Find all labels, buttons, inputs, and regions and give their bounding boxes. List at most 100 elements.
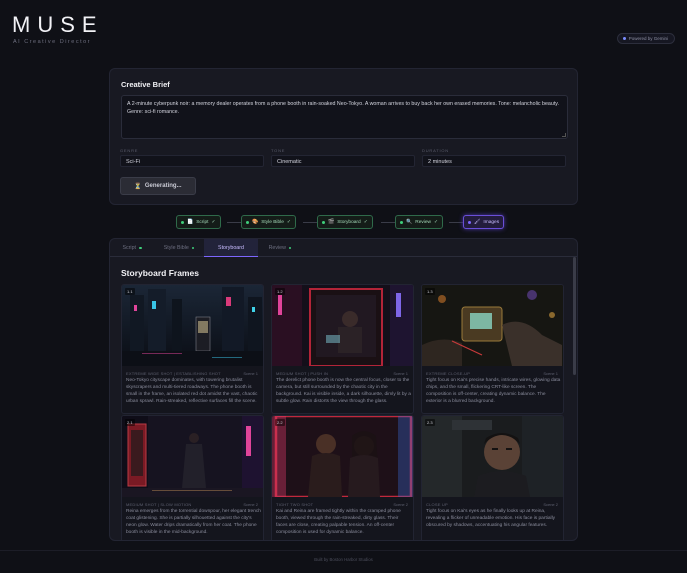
powered-by-badge: Powered by Gemini [616,33,675,44]
frame-image: 1.1 [122,285,263,366]
check-icon: ✓ [286,219,291,225]
check-icon: ✓ [363,219,368,225]
pipeline-step-review[interactable]: 🔍 Review ✓ [395,215,443,229]
pipeline-step-label: Storyboard [337,219,361,225]
tab-script[interactable]: Script [110,239,154,257]
pipeline-connector [381,222,395,223]
magnifier-icon: 🔍 [406,219,413,225]
pipeline-connector [449,222,463,223]
shot-type: EXTREME WIDE SHOT | ESTABLISHING SHOT [126,371,221,376]
scene-label: Scene 1 [393,371,408,376]
brief-title: Creative Brief [121,80,170,89]
check-icon: ✓ [211,219,216,225]
palette-icon: 🎨 [252,219,259,225]
frame-image: 2.1 [122,416,263,497]
frame-image: 1.2 [272,285,413,366]
status-dot-icon [322,220,325,224]
generate-button[interactable]: ⏳ Generating... [120,177,196,195]
app-header: MUSE AI Creative Director Powered by Gem… [0,0,687,52]
resize-handle-icon[interactable] [562,133,566,137]
output-panel: Script Style Bible Storyboard Review Sto… [109,238,578,541]
pipeline-step-storyboard[interactable]: 🎬 Storyboard ✓ [317,215,373,229]
status-dot-icon [288,246,292,250]
clapperboard-icon: 🎬 [328,219,335,225]
tab-label: Review [268,245,286,251]
storyboard-frame-card[interactable]: 2.1 MEDIUM SHOT | SLOW MOTION Scene 2 Re… [121,415,264,540]
status-dot-icon [246,220,249,224]
frame-image: 2.3 [422,416,563,497]
footer-divider [0,550,687,551]
tab-label: Style Bible [163,245,189,251]
hourglass-icon: ⏳ [134,183,142,190]
brief-text: A 2-minute cyberpunk noir: a memory deal… [127,101,560,115]
duration-field[interactable]: 2 minutes [422,155,566,167]
pipeline-step-label: Images [483,219,500,225]
generate-label: Generating... [144,183,182,189]
storyboard-frame-card[interactable]: 1.2 MEDIUM SHOT | PUSH IN Scene 1 The de… [271,284,414,414]
scene-label: Scene 2 [393,502,408,507]
brief-textarea[interactable]: A 2-minute cyberpunk noir: a memory deal… [121,95,568,139]
status-dot-icon [622,37,626,40]
pipeline-step-label: Script [196,219,209,225]
check-icon: ✓ [433,219,438,225]
scene-label: Scene 1 [243,371,258,376]
duration-label: DURATION [422,148,449,153]
shot-type: TIGHT TWO SHOT [276,502,314,507]
storyboard-frame-card[interactable]: 2.3 CLOSE UP Scene 2 Tight focus on Kai'… [421,415,564,540]
storyboard-frame-card[interactable]: 1.3 EXTREME CLOSE-UP Scene 1 Tight focus… [421,284,564,414]
tab-style-bible[interactable]: Style Bible [154,239,204,257]
scene-label: Scene 1 [543,371,558,376]
status-dot-icon [139,246,142,250]
frame-description: Kai and Reina are framed tightly within … [276,509,401,535]
pipeline-step-script[interactable]: 📄 Script ✓ [176,215,221,229]
footer-credit: Built by Boston Harbor Studios [314,557,373,562]
status-dot-icon [468,220,471,224]
pipeline-step-label: Review [415,219,431,225]
frame-number: 2.2 [275,419,285,426]
pipeline-connector [227,222,241,223]
brush-icon: 🖌 [474,219,481,225]
scene-label: Scene 2 [543,502,558,507]
shot-type: MEDIUM SHOT | PUSH IN [276,371,329,376]
shot-type: EXTREME CLOSE-UP [426,371,471,376]
tab-label: Script [122,245,137,251]
app-logo: MUSE [12,12,104,37]
genre-label: GENRE [120,148,139,153]
shot-type: MEDIUM SHOT | SLOW MOTION [126,502,192,507]
frame-number: 1.3 [425,288,435,295]
powered-by-label: Powered by Gemini [628,36,668,41]
frame-number: 1.1 [125,288,135,295]
pipeline-step-images[interactable]: 🖌 Images [463,215,505,229]
tab-label: Storyboard [218,244,244,251]
frame-number: 1.2 [275,288,285,295]
frame-description: Reina emerges from the torrential downpo… [126,509,261,535]
frame-number: 2.3 [425,419,435,426]
shot-type: CLOSE UP [426,502,448,507]
pipeline-step-label: Style Bible [261,219,284,225]
storyboard-frame-card[interactable]: 1.1 EXTREME WIDE SHOT | ESTABLISHING SHO… [121,284,264,414]
frame-image: 2.2 [272,416,413,497]
storyboard-title: Storyboard Frames [121,268,199,278]
frame-description: Neo-Tokyo cityscape dominates, with towe… [126,378,258,404]
frame-description: Tight focus on Kai's eyes as he finally … [426,509,556,528]
frame-description: Tight focus on Kai's precise hands, intr… [426,378,561,404]
frame-description: The derelict phone booth is now the cent… [276,378,411,404]
tab-storyboard[interactable]: Storyboard [204,239,258,257]
document-icon: 📄 [187,219,194,225]
genre-field[interactable]: Sci-Fi [120,155,264,167]
tab-review[interactable]: Review [258,239,302,257]
status-dot-icon [181,220,184,224]
status-dot-icon [191,246,195,250]
tab-bar: Script Style Bible Storyboard Review [110,239,577,257]
tone-label: TONE [271,148,286,153]
app-subtitle: AI Creative Director [13,39,91,45]
scrollbar-thumb[interactable] [573,257,576,375]
tone-field[interactable]: Cinematic [271,155,415,167]
storyboard-frame-card[interactable]: 2.2 TIGHT TWO SHOT Scene 2 Kai and Reina… [271,415,414,540]
pipeline-connector [303,222,317,223]
panel-scrollbar[interactable] [573,257,576,540]
pipeline-step-style-bible[interactable]: 🎨 Style Bible ✓ [241,215,296,229]
scene-label: Scene 2 [243,502,258,507]
frame-number: 2.1 [125,419,135,426]
frame-image: 1.3 [422,285,563,366]
